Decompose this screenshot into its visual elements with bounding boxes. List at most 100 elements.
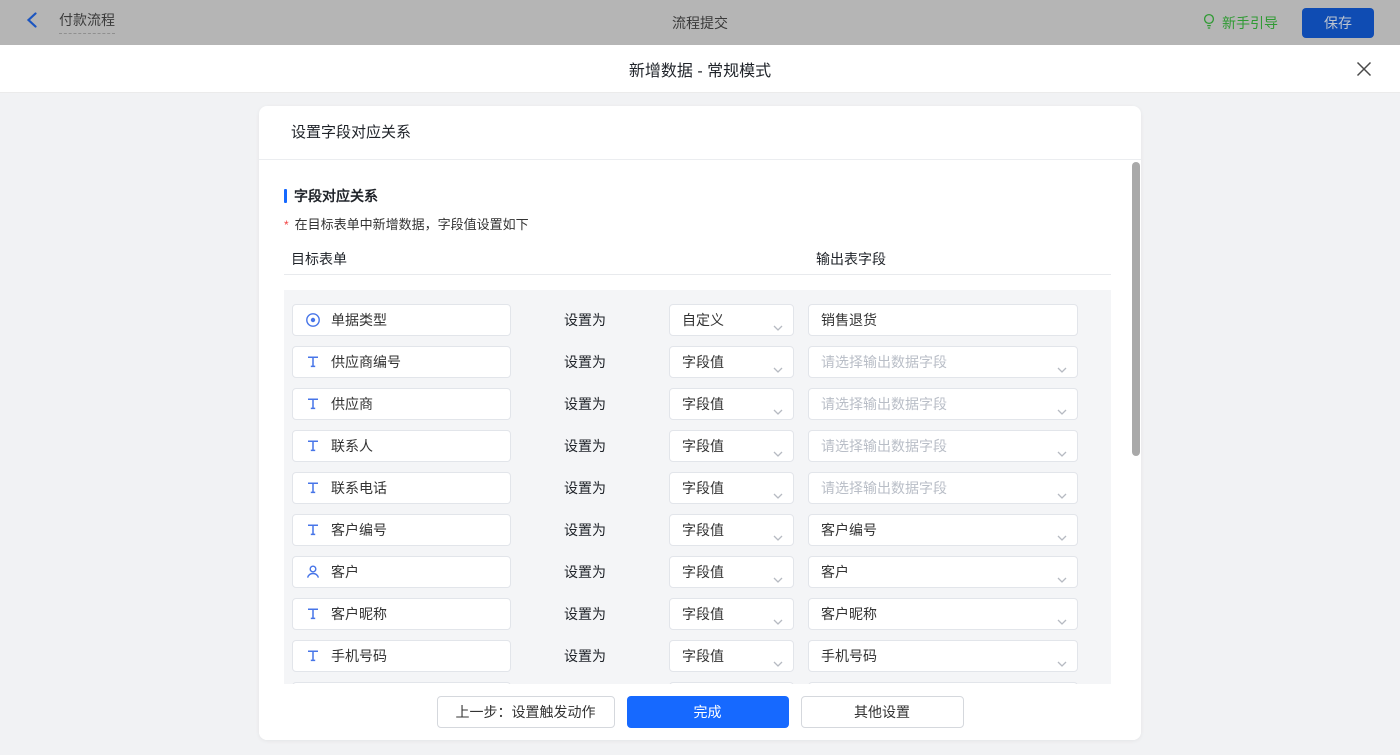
column-header-output-field: 输出表字段 [816, 251, 886, 267]
user-icon [305, 564, 321, 580]
target-field-box[interactable]: 供应商编号 [292, 346, 511, 378]
custom-value-input[interactable] [808, 304, 1078, 336]
lightbulb-icon [1202, 13, 1216, 33]
set-as-label: 设置为 [564, 396, 606, 412]
operation-select[interactable]: 字段值 [669, 598, 794, 630]
target-field-box[interactable]: 手机号码 [292, 640, 511, 672]
set-as-label: 设置为 [564, 522, 606, 538]
operation-select[interactable]: 字段值 [669, 430, 794, 462]
operation-select[interactable]: 字段值 [669, 388, 794, 420]
target-field-box[interactable]: 联系电话 [292, 472, 511, 504]
set-as-label: 设置为 [564, 438, 606, 454]
output-field-placeholder: 请选择输出数据字段 [821, 354, 947, 370]
operation-select[interactable]: 字段值 [669, 346, 794, 378]
text-icon [305, 354, 321, 370]
operation-value: 字段值 [682, 564, 724, 580]
operation-value: 字段值 [682, 354, 724, 370]
scrollbar-thumb[interactable] [1132, 162, 1140, 456]
output-field-select[interactable]: 客户编号 [808, 514, 1078, 546]
beginner-guide-label: 新手引导 [1222, 14, 1278, 31]
set-as-label: 设置为 [564, 564, 606, 580]
chevron-down-icon [773, 360, 783, 378]
chevron-down-icon [1057, 612, 1067, 630]
output-field-select[interactable]: 请选择输出数据字段 [808, 472, 1078, 504]
chevron-down-icon [1057, 654, 1067, 672]
close-icon[interactable] [1354, 59, 1374, 79]
text-icon [305, 480, 321, 496]
chevron-down-icon [773, 612, 783, 630]
chevron-down-icon [1057, 486, 1067, 504]
target-field-box[interactable]: 单据类型 [292, 304, 511, 336]
card-content: 字段对应关系 * 在目标表单中新增数据，字段值设置如下 目标表单 输出表字段 单据… [259, 160, 1141, 740]
radio-icon [305, 312, 321, 328]
column-headers: 目标表单 输出表字段 [284, 249, 1111, 275]
top-bar-right: 新手引导 保存 [1202, 7, 1374, 38]
output-field-select[interactable]: 手机号码 [808, 640, 1078, 672]
back-chevron-icon [26, 12, 37, 33]
target-field-box[interactable]: 客户编号 [292, 514, 511, 546]
text-icon [305, 648, 321, 664]
operation-select[interactable]: 字段值 [669, 556, 794, 588]
chevron-down-icon [1057, 402, 1067, 420]
chevron-down-icon [773, 654, 783, 672]
chevron-down-icon [1057, 360, 1067, 378]
target-field-box[interactable]: 联系人 [292, 430, 511, 462]
field-mapping-row: 供应商编号 设置为 字段值 请选择输出数据字段 [292, 346, 1111, 378]
output-field-select[interactable]: 请选择输出数据字段 [808, 388, 1078, 420]
done-button[interactable]: 完成 [626, 696, 789, 728]
output-field-select[interactable]: 客户昵称 [808, 598, 1078, 630]
chevron-down-icon [773, 318, 783, 336]
top-bar-left: 付款流程 [26, 12, 115, 34]
section-title: 字段对应关系 [284, 186, 1141, 206]
operation-value: 字段值 [682, 396, 724, 412]
required-note: * 在目标表单中新增数据，字段值设置如下 [284, 216, 1141, 234]
field-mapping-rows-panel: 单据类型 设置为 自定义 供应商编号 [284, 290, 1111, 740]
beginner-guide-button[interactable]: 新手引导 [1202, 13, 1278, 33]
text-icon [305, 438, 321, 454]
target-field-label: 客户昵称 [331, 606, 387, 622]
target-field-box[interactable]: 供应商 [292, 388, 511, 420]
top-bar-title: 流程提交 [672, 14, 728, 31]
operation-select[interactable]: 自定义 [669, 304, 794, 336]
top-bar: 付款流程 流程提交 新手引导 保存 [0, 0, 1400, 45]
target-field-box[interactable]: 客户 [292, 556, 511, 588]
target-field-label: 联系人 [331, 438, 373, 454]
operation-value: 字段值 [682, 480, 724, 496]
operation-select[interactable]: 字段值 [669, 514, 794, 546]
set-as-label: 设置为 [564, 648, 606, 664]
output-field-placeholder: 请选择输出数据字段 [821, 438, 947, 454]
chevron-down-icon [773, 486, 783, 504]
target-field-box[interactable]: 客户昵称 [292, 598, 511, 630]
output-field-value: 手机号码 [821, 648, 877, 664]
previous-step-button[interactable]: 上一步：设置触发动作 [436, 696, 615, 728]
target-field-label: 手机号码 [331, 648, 387, 664]
output-field-value: 客户 [821, 564, 849, 580]
field-mapping-row: 手机号码 设置为 字段值 手机号码 [292, 640, 1111, 672]
field-mapping-row: 联系电话 设置为 字段值 请选择输出数据字段 [292, 472, 1111, 504]
other-settings-button[interactable]: 其他设置 [800, 696, 964, 728]
set-as-label: 设置为 [564, 312, 606, 328]
output-field-select[interactable]: 请选择输出数据字段 [808, 430, 1078, 462]
field-mapping-row: 联系人 设置为 字段值 请选择输出数据字段 [292, 430, 1111, 462]
modal-title: 新增数据 - 常规模式 [628, 62, 772, 80]
back-button[interactable] [26, 12, 37, 33]
target-field-label: 供应商编号 [331, 354, 401, 370]
chevron-down-icon [773, 402, 783, 420]
flow-name[interactable]: 付款流程 [59, 12, 115, 34]
output-field-placeholder: 请选择输出数据字段 [821, 480, 947, 496]
chevron-down-icon [1057, 528, 1067, 546]
operation-select[interactable]: 字段值 [669, 472, 794, 504]
card-header: 设置字段对应关系 [259, 106, 1141, 160]
output-field-select[interactable]: 请选择输出数据字段 [808, 346, 1078, 378]
field-mapping-row: 客户昵称 设置为 字段值 客户昵称 [292, 598, 1111, 630]
operation-value: 字段值 [682, 648, 724, 664]
required-asterisk: * [284, 218, 289, 232]
set-as-label: 设置为 [564, 354, 606, 370]
save-button[interactable]: 保存 [1302, 7, 1374, 38]
field-mapping-row: 供应商 设置为 字段值 请选择输出数据字段 [292, 388, 1111, 420]
modal-title-bar: 新增数据 - 常规模式 [0, 45, 1400, 93]
field-mapping-row: 单据类型 设置为 自定义 [292, 304, 1111, 336]
section-accent-bar [284, 189, 287, 203]
output-field-select[interactable]: 客户 [808, 556, 1078, 588]
operation-select[interactable]: 字段值 [669, 640, 794, 672]
